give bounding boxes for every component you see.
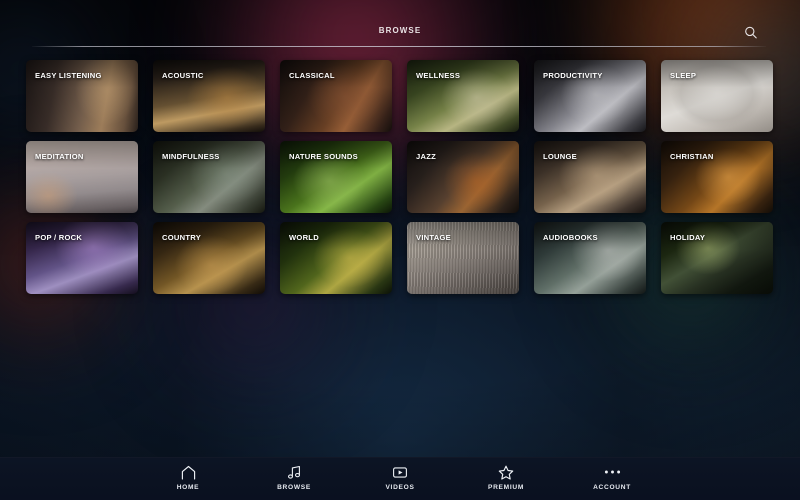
category-card-label: NATURE SOUNDS bbox=[289, 152, 358, 161]
category-card-christian[interactable]: CHRISTIAN bbox=[661, 141, 773, 213]
category-card-country[interactable]: COUNTRY bbox=[153, 222, 265, 294]
category-card-pop-rock[interactable]: POP / ROCK bbox=[26, 222, 138, 294]
category-card-label: LOUNGE bbox=[543, 152, 577, 161]
ellipsis-icon bbox=[604, 464, 621, 480]
star-icon bbox=[498, 464, 514, 480]
category-card-label: JAZZ bbox=[416, 152, 436, 161]
header-bar: BROWSE bbox=[0, 0, 800, 52]
nav-items: HOME BROWSE VIDEOS PREMIUM ACCOUNT bbox=[154, 464, 646, 494]
nav-item-label: HOME bbox=[176, 484, 200, 492]
category-card-label: POP / ROCK bbox=[35, 233, 83, 242]
category-card-label: ACOUSTIC bbox=[162, 71, 204, 80]
category-card-classical[interactable]: CLASSICAL bbox=[280, 60, 392, 132]
category-card-label: WORLD bbox=[289, 233, 319, 242]
category-card-label: CHRISTIAN bbox=[670, 152, 714, 161]
nav-item-account[interactable]: ACCOUNT bbox=[578, 464, 646, 492]
category-card-label: SLEEP bbox=[670, 71, 697, 80]
category-card-label: CLASSICAL bbox=[289, 71, 335, 80]
category-grid: EASY LISTENING ACOUSTIC CLASSICAL WELLNESS P… bbox=[26, 60, 774, 294]
video-play-icon bbox=[392, 464, 408, 480]
search-icon[interactable] bbox=[742, 24, 760, 42]
category-card-label: WELLNESS bbox=[416, 71, 461, 80]
category-card-jazz[interactable]: JAZZ bbox=[407, 141, 519, 213]
category-card-acoustic[interactable]: ACOUSTIC bbox=[153, 60, 265, 132]
page-title: BROWSE bbox=[378, 26, 422, 35]
category-card-wellness[interactable]: WELLNESS bbox=[407, 60, 519, 132]
category-card-easy-listening[interactable]: EASY LISTENING bbox=[26, 60, 138, 132]
category-card-label: MINDFULNESS bbox=[162, 152, 220, 161]
header-divider bbox=[32, 46, 766, 47]
category-card-vintage[interactable]: VINTAGE bbox=[407, 222, 519, 294]
category-card-lounge[interactable]: LOUNGE bbox=[534, 141, 646, 213]
category-card-label: MEDITATION bbox=[35, 152, 84, 161]
category-card-sleep[interactable]: SLEEP bbox=[661, 60, 773, 132]
nav-item-label: ACCOUNT bbox=[593, 484, 631, 492]
category-card-productivity[interactable]: PRODUCTIVITY bbox=[534, 60, 646, 132]
nav-item-label: PREMIUM bbox=[487, 484, 525, 492]
category-card-nature-sounds[interactable]: NATURE SOUNDS bbox=[280, 141, 392, 213]
category-card-mindfulness[interactable]: MINDFULNESS bbox=[153, 141, 265, 213]
category-card-holiday[interactable]: HOLIDAY bbox=[661, 222, 773, 294]
nav-item-home[interactable]: HOME bbox=[154, 464, 222, 492]
bottom-navigation: HOME BROWSE VIDEOS PREMIUM ACCOUNT bbox=[0, 457, 800, 500]
nav-item-browse[interactable]: BROWSE bbox=[260, 464, 328, 492]
category-card-world[interactable]: WORLD bbox=[280, 222, 392, 294]
home-icon bbox=[180, 464, 197, 480]
category-card-label: PRODUCTIVITY bbox=[543, 71, 603, 80]
category-card-audiobooks[interactable]: AUDIOBOOKS bbox=[534, 222, 646, 294]
category-card-label: EASY LISTENING bbox=[35, 71, 102, 80]
category-card-meditation[interactable]: MEDITATION bbox=[26, 141, 138, 213]
nav-item-premium[interactable]: PREMIUM bbox=[472, 464, 540, 492]
music-note-icon bbox=[287, 464, 302, 480]
nav-item-label: BROWSE bbox=[277, 484, 311, 492]
category-card-label: AUDIOBOOKS bbox=[543, 233, 598, 242]
nav-item-videos[interactable]: VIDEOS bbox=[366, 464, 434, 492]
category-card-label: COUNTRY bbox=[162, 233, 202, 242]
app-root: BROWSE EASY LISTENING ACOUSTIC CLASSICAL WE… bbox=[0, 0, 800, 500]
nav-item-label: VIDEOS bbox=[385, 484, 415, 492]
category-card-label: VINTAGE bbox=[416, 233, 451, 242]
category-card-label: HOLIDAY bbox=[670, 233, 706, 242]
